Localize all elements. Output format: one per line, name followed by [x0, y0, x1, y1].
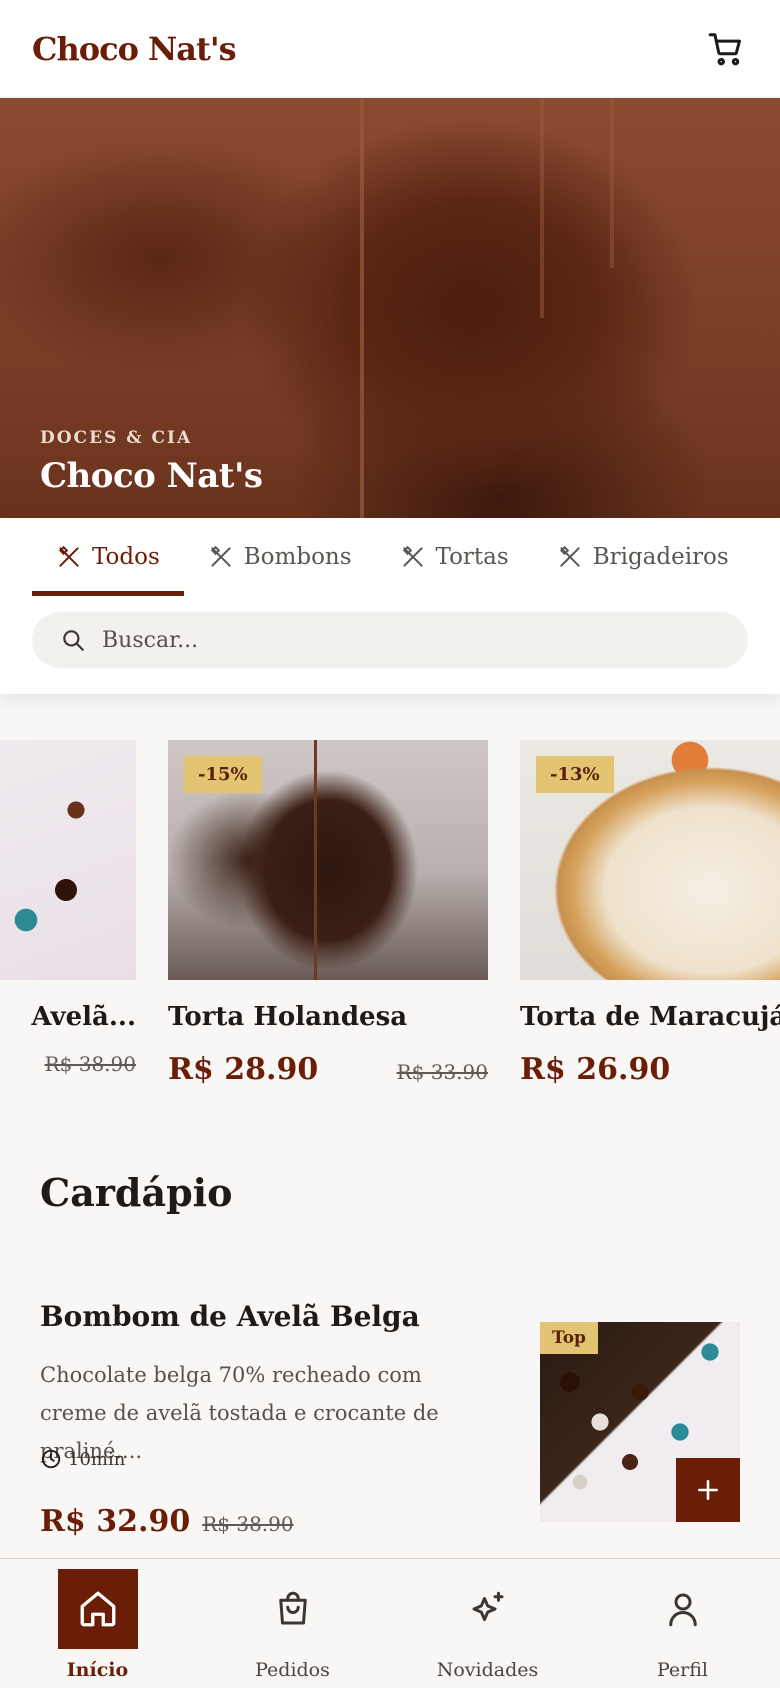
tab-brigadeiros[interactable]: Brigadeiros — [533, 518, 753, 596]
tab-label: Brigadeiros — [592, 544, 729, 570]
search-bar — [32, 612, 748, 668]
prep-time: 10min — [40, 1448, 125, 1470]
bottom-navigation: Início Pedidos Novidades Perfil — [0, 1558, 780, 1688]
current-price: R$ 32.90 — [40, 1504, 191, 1539]
bag-icon — [278, 1591, 307, 1625]
home-icon — [80, 1591, 115, 1627]
nav-inicio[interactable]: Início — [0, 1559, 195, 1688]
plus-icon — [698, 1480, 718, 1500]
hero-banner: DOCES & CIA Choco Nat's — [0, 98, 780, 518]
nav-icon-box — [448, 1569, 528, 1649]
hero-title: Choco Nat's — [40, 456, 263, 496]
discount-badge: -13% — [536, 756, 614, 793]
section-title: Cardápio — [40, 1170, 233, 1215]
menu-item-prices: R$ 32.90 R$ 38.90 — [40, 1504, 294, 1539]
hero-decoration — [610, 98, 614, 268]
promo-card[interactable]: Avelã... R$ 38.90 — [0, 740, 136, 1076]
top-badge: Top — [540, 1322, 598, 1354]
product-image: -13% — [520, 740, 780, 980]
product-name: Torta Holandesa — [168, 1002, 408, 1032]
nav-label: Perfil — [656, 1659, 708, 1681]
product-prices: R$ 38.90 — [0, 1052, 136, 1076]
utensils-icon — [58, 545, 79, 567]
user-icon — [668, 1593, 697, 1627]
product-prices: R$ 26.90 R$ — [520, 1052, 780, 1087]
promo-carousel[interactable]: Avelã... R$ 38.90 -15% Torta Holandesa R… — [0, 740, 780, 1100]
nav-icon-box — [253, 1569, 333, 1649]
search-input[interactable] — [102, 627, 702, 653]
utensils-icon — [210, 545, 231, 567]
nav-label: Novidades — [436, 1659, 539, 1681]
old-price: R$ 38.90 — [44, 1052, 136, 1076]
hero-decoration — [360, 98, 364, 518]
sparkles-icon — [472, 1591, 503, 1621]
tab-todos[interactable]: Todos — [32, 518, 184, 596]
app-header: Choco Nat's — [0, 0, 780, 98]
tab-label: Bombons — [243, 544, 352, 570]
menu-item[interactable]: Bombom de Avelã Belga Chocolate belga 70… — [40, 1300, 740, 1540]
nav-pedidos[interactable]: Pedidos — [195, 1559, 390, 1688]
product-image — [0, 740, 136, 980]
current-price: R$ 26.90 — [520, 1052, 671, 1087]
tab-label: Tortas — [435, 544, 509, 570]
product-image: -15% — [168, 740, 488, 980]
utensils-icon — [402, 545, 423, 567]
tab-label: Todos — [92, 544, 160, 570]
category-tabs: Todos Bombons Tortas Brigadeiros — [32, 518, 753, 596]
product-name: Torta de Maracujá — [520, 1002, 780, 1032]
search-icon — [63, 630, 84, 651]
nav-label: Pedidos — [255, 1659, 330, 1681]
nav-icon-box — [643, 1569, 723, 1649]
tab-bombons[interactable]: Bombons — [184, 518, 376, 596]
clock-icon — [41, 1449, 61, 1469]
old-price: R$ 33.90 — [396, 1060, 488, 1084]
tab-tortas[interactable]: Tortas — [376, 518, 533, 596]
old-price: R$ 38.90 — [202, 1512, 294, 1536]
discount-badge: -15% — [184, 756, 262, 793]
nav-perfil[interactable]: Perfil — [585, 1559, 780, 1688]
hero-kicker: DOCES & CIA — [40, 428, 193, 448]
hero-decoration — [540, 98, 544, 318]
product-name: Avelã... — [31, 1002, 136, 1032]
menu-item-name: Bombom de Avelã Belga — [40, 1300, 420, 1333]
current-price: R$ 28.90 — [168, 1052, 319, 1087]
nav-label: Início — [66, 1659, 129, 1681]
cart-button[interactable] — [704, 27, 748, 71]
product-prices: R$ 28.90 R$ 33.90 — [168, 1052, 488, 1087]
cart-icon — [708, 32, 741, 65]
promo-card[interactable]: -13% Torta de Maracujá R$ 26.90 R$ — [520, 740, 780, 1087]
filter-panel: Todos Bombons Tortas Brigadeiros — [0, 518, 780, 694]
promo-card[interactable]: -15% Torta Holandesa R$ 28.90 R$ 33.90 — [168, 740, 488, 1087]
nav-icon-box — [57, 1569, 138, 1649]
brand-logo[interactable]: Choco Nat's — [32, 30, 237, 68]
nav-novidades[interactable]: Novidades — [390, 1559, 585, 1688]
add-to-cart-button[interactable] — [676, 1458, 740, 1522]
menu-item-image: Top — [540, 1322, 740, 1522]
utensils-icon — [559, 545, 580, 567]
prep-time-text: 10min — [68, 1448, 126, 1470]
